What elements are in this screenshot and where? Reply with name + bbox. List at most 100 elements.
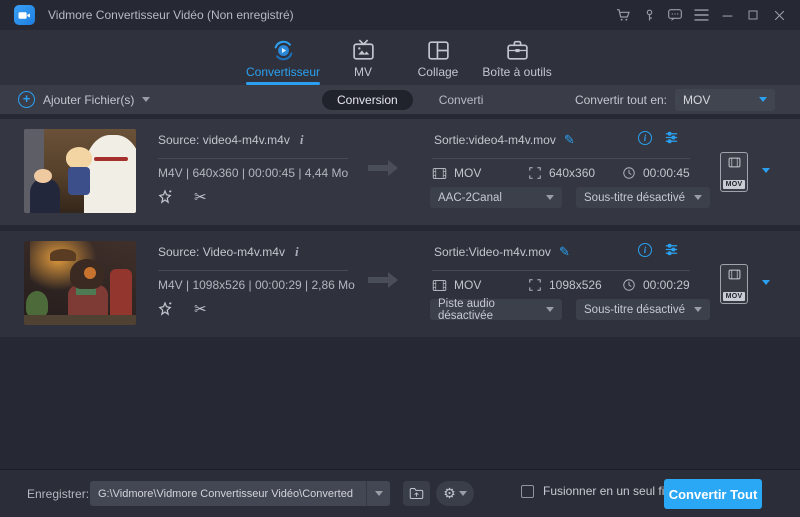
tab-label: Convertisseur xyxy=(245,65,321,79)
format-chevron-icon[interactable] xyxy=(762,168,770,173)
tab-label: Boîte à outils xyxy=(482,65,552,79)
badge-format-label: MOV xyxy=(722,292,746,301)
convert-arrow-icon xyxy=(366,157,400,179)
chevron-down-icon xyxy=(458,491,467,496)
subtitle-value: Sous-titre désactivé xyxy=(584,191,685,204)
output-format: MOV xyxy=(454,278,482,292)
divider xyxy=(158,158,348,159)
clock-icon xyxy=(623,167,635,179)
save-path-dropdown[interactable] xyxy=(366,481,390,506)
output-filename: Sortie:Video-m4v.mov xyxy=(434,245,551,259)
video-thumbnail[interactable] xyxy=(24,241,136,325)
register-key-icon[interactable] xyxy=(636,0,662,30)
chevron-down-icon xyxy=(142,97,151,102)
output-format-badge[interactable]: MOV xyxy=(720,264,748,304)
convert-all-label: Convertir tout en: xyxy=(574,92,667,107)
settings-sliders-icon[interactable] xyxy=(664,130,679,145)
menu-icon[interactable] xyxy=(688,0,714,30)
badge-format-label: MOV xyxy=(722,180,746,189)
audio-track-dropdown[interactable]: AAC-2Canal xyxy=(430,187,562,208)
cart-icon[interactable] xyxy=(610,0,636,30)
media-info-icon[interactable]: i xyxy=(295,244,299,260)
audio-track-dropdown[interactable]: Piste audio désactivée xyxy=(430,297,562,322)
file-row: Source: video4-m4v.m4v i M4V | 640x360 |… xyxy=(0,119,800,225)
source-filename: Source: Video-m4v.m4v xyxy=(158,245,285,259)
rename-pencil-icon[interactable]: ✎ xyxy=(559,244,570,260)
toggle-conversion[interactable]: Conversion xyxy=(322,89,413,110)
save-path-input[interactable]: G:\Vidmore\Vidmore Convertisseur Vidéo\C… xyxy=(90,481,390,506)
film-icon xyxy=(728,269,740,280)
minimize-button[interactable] xyxy=(714,0,740,30)
output-info-icon[interactable]: i xyxy=(638,130,652,145)
output-duration: 00:00:45 xyxy=(643,166,690,180)
output-format-badge[interactable]: MOV xyxy=(720,152,748,192)
file-row: Source: Video-m4v.m4v i M4V | 1098x526 |… xyxy=(0,231,800,337)
rename-pencil-icon[interactable]: ✎ xyxy=(564,132,575,148)
divider xyxy=(432,158,690,159)
divider xyxy=(158,270,348,271)
tab-collage[interactable]: Collage xyxy=(403,30,473,85)
collage-icon xyxy=(426,37,451,63)
tab-boite-a-outils[interactable]: Boîte à outils xyxy=(472,30,562,85)
app-logo-icon xyxy=(14,5,35,25)
output-info-icon[interactable]: i xyxy=(638,242,652,257)
output-resolution: 640x360 xyxy=(549,166,596,180)
convert-all-format-dropdown[interactable]: MOV xyxy=(675,88,775,111)
settings-gear-button[interactable]: ⚙ xyxy=(436,481,474,506)
close-button[interactable] xyxy=(766,0,792,30)
file-list-empty-area xyxy=(0,337,800,468)
film-icon xyxy=(432,279,447,291)
tv-icon xyxy=(351,37,376,63)
settings-sliders-icon[interactable] xyxy=(664,242,679,257)
add-files-button[interactable]: + Ajouter Fichier(s) xyxy=(18,85,151,114)
open-folder-button[interactable] xyxy=(403,481,430,506)
plus-circle-icon: + xyxy=(18,91,35,108)
chevron-down-icon xyxy=(694,307,702,312)
merge-checkbox[interactable] xyxy=(521,484,534,498)
convert-arrow-icon xyxy=(366,269,400,291)
audio-track-value: AAC-2Canal xyxy=(438,191,502,204)
toolbar: + Ajouter Fichier(s) Conversion Converti… xyxy=(0,85,800,114)
save-to-label: Enregistrer: xyxy=(27,487,90,501)
source-meta: M4V | 640x360 | 00:00:45 | 4,44 Mo xyxy=(158,166,349,180)
tab-label: Collage xyxy=(417,65,459,79)
subtitle-dropdown[interactable]: Sous-titre désactivé xyxy=(576,187,710,208)
chevron-down-icon xyxy=(694,195,702,200)
tab-mv[interactable]: MV xyxy=(328,30,398,85)
resolution-icon xyxy=(529,279,541,291)
output-filename: Sortie:video4-m4v.mov xyxy=(434,133,556,147)
window-title: Vidmore Convertisseur Vidéo (Non enregis… xyxy=(48,8,294,22)
converter-icon xyxy=(271,37,296,63)
video-thumbnail[interactable] xyxy=(24,129,136,213)
cut-scissors-icon[interactable]: ✂ xyxy=(194,300,207,318)
source-meta: M4V | 1098x526 | 00:00:29 | 2,86 Mo xyxy=(158,278,355,292)
media-info-icon[interactable]: i xyxy=(300,132,304,148)
format-chevron-icon[interactable] xyxy=(762,280,770,285)
film-icon xyxy=(432,167,447,179)
audio-track-value: Piste audio désactivée xyxy=(438,297,495,322)
footer-bar: Enregistrer: G:\Vidmore\Vidmore Converti… xyxy=(0,469,800,517)
maximize-button[interactable] xyxy=(740,0,766,30)
toggle-converti[interactable]: Converti xyxy=(439,93,484,107)
subtitle-dropdown[interactable]: Sous-titre désactivé xyxy=(576,299,710,320)
app-window: Vidmore Convertisseur Vidéo (Non enregis… xyxy=(0,0,800,517)
convert-all-button[interactable]: Convertir Tout xyxy=(664,479,762,509)
cut-scissors-icon[interactable]: ✂ xyxy=(194,188,207,206)
gear-icon: ⚙ xyxy=(443,485,456,501)
tab-label: MV xyxy=(354,65,372,79)
add-files-label: Ajouter Fichier(s) xyxy=(43,92,135,107)
feedback-icon[interactable] xyxy=(662,0,688,30)
film-icon xyxy=(728,157,740,168)
resolution-icon xyxy=(529,167,541,179)
toolbox-icon xyxy=(505,37,530,63)
source-filename: Source: video4-m4v.m4v xyxy=(158,133,290,147)
edit-effects-icon[interactable] xyxy=(156,188,174,206)
chevron-down-icon xyxy=(374,491,383,496)
titlebar: Vidmore Convertisseur Vidéo (Non enregis… xyxy=(0,0,800,30)
convert-all-format-value: MOV xyxy=(683,92,711,107)
chevron-down-icon xyxy=(546,195,554,200)
output-resolution: 1098x526 xyxy=(549,278,602,292)
output-format: MOV xyxy=(454,166,482,180)
tab-convertisseur[interactable]: Convertisseur xyxy=(238,30,328,85)
edit-effects-icon[interactable] xyxy=(156,300,174,318)
